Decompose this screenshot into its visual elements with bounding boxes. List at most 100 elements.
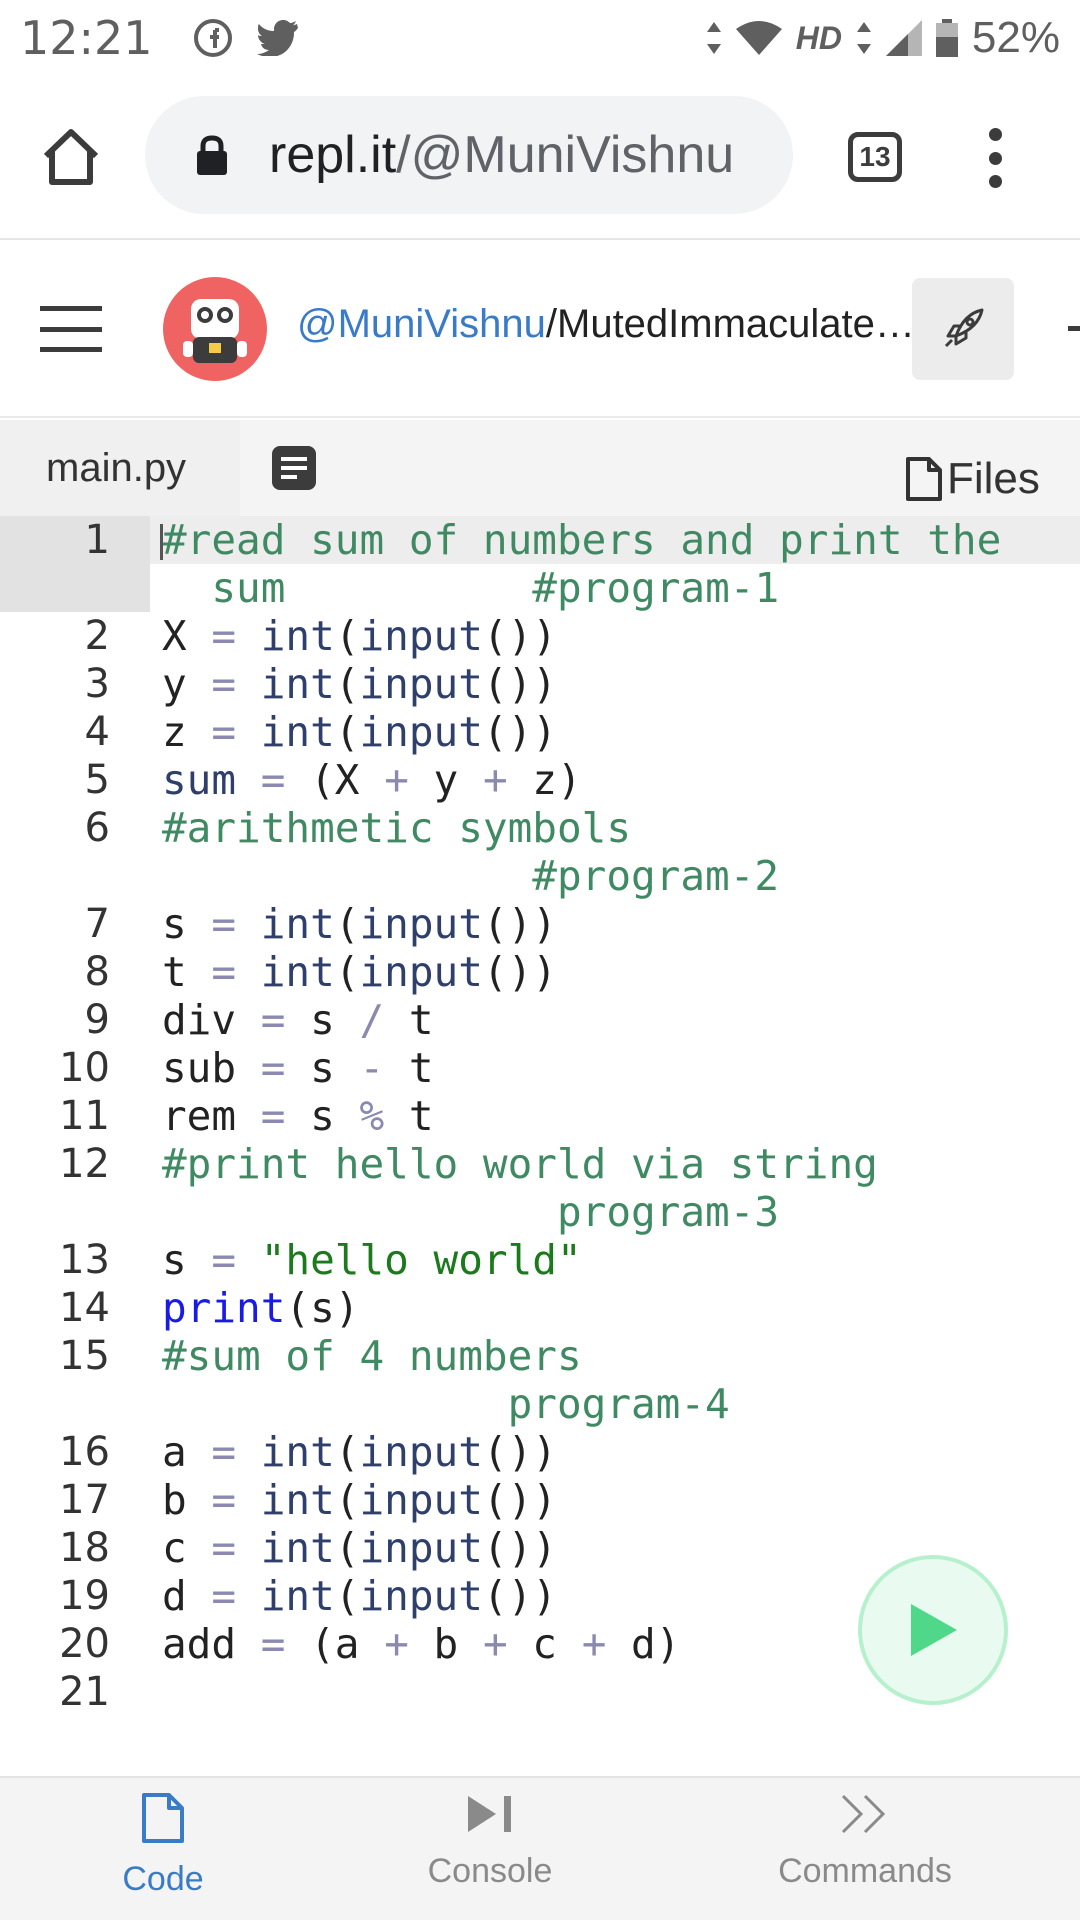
chevrons-right-icon	[841, 1794, 886, 1834]
line-text[interactable]: #arithmetic symbols	[162, 804, 631, 852]
file-icon	[906, 457, 942, 501]
line-text[interactable]: #print hello world via string	[162, 1140, 878, 1188]
line-number: 6	[84, 805, 110, 851]
hd-indicator: HD	[795, 19, 842, 56]
code-line[interactable]: 5 sum = (X + y + z)	[0, 756, 1080, 804]
code-file-icon	[142, 1793, 184, 1843]
code-line[interactable]: 14 print(s)	[0, 1284, 1080, 1332]
run-button[interactable]	[858, 1555, 1008, 1705]
line-text[interactable]: #read sum of numbers and print the	[162, 516, 1001, 564]
wifi-icon	[735, 21, 782, 55]
console-tab-icon[interactable]	[272, 446, 316, 490]
line-text[interactable]: program-3	[162, 1188, 779, 1236]
line-text[interactable]: a = int(input())	[162, 1428, 557, 1476]
line-text[interactable]: sub = s - t	[162, 1044, 434, 1092]
line-text[interactable]: add = (a + b + c + d)	[162, 1620, 680, 1668]
lock-icon	[197, 135, 227, 175]
home-icon[interactable]	[40, 126, 102, 188]
line-text[interactable]: program-4	[162, 1380, 730, 1428]
line-number: 5	[84, 757, 110, 803]
robot-avatar-icon	[183, 299, 247, 363]
code-line[interactable]: 4 z = int(input())	[0, 708, 1080, 756]
code-line[interactable]: #program-2	[0, 852, 1080, 900]
line-text[interactable]: d = int(input())	[162, 1572, 557, 1620]
code-line[interactable]: 6 #arithmetic symbols	[0, 804, 1080, 852]
line-text[interactable]: z = int(input())	[162, 708, 557, 756]
hamburger-menu-icon[interactable]	[40, 306, 102, 352]
files-label: Files	[947, 454, 1040, 503]
overflow-edge	[1068, 326, 1080, 331]
code-line[interactable]: sum #program-1	[0, 564, 1080, 612]
signal-arrows-icon	[856, 22, 871, 54]
battery-icon	[935, 19, 958, 57]
status-bar: 12:21 HD 52%	[0, 0, 1080, 76]
url-bar[interactable]: repl.it/@MuniVishnu	[145, 96, 793, 214]
nav-console[interactable]: Console	[410, 1792, 570, 1891]
code-lines[interactable]: 1 #read sum of numbers and print the sum …	[0, 516, 1080, 1716]
url-host: repl.it	[269, 126, 397, 184]
line-number: 10	[59, 1045, 110, 1091]
line-text[interactable]: #sum of 4 numbers	[162, 1332, 582, 1380]
line-text[interactable]: X = int(input())	[162, 612, 557, 660]
code-line[interactable]: 8 t = int(input())	[0, 948, 1080, 996]
line-text[interactable]: t = int(input())	[162, 948, 557, 996]
line-number: 21	[59, 1669, 110, 1715]
repl-name: /MutedImmaculate…	[545, 302, 915, 346]
code-line[interactable]: 13 s = "hello world"	[0, 1236, 1080, 1284]
line-number: 9	[84, 997, 110, 1043]
line-text[interactable]: div = s / t	[162, 996, 434, 1044]
line-number: 17	[59, 1477, 110, 1523]
code-line[interactable]: program-4	[0, 1380, 1080, 1428]
code-line[interactable]: 15 #sum of 4 numbers	[0, 1332, 1080, 1380]
line-text[interactable]: s = "hello world"	[162, 1236, 582, 1284]
line-number: 1	[84, 517, 110, 563]
repl-title[interactable]: @MuniVishnu/MutedImmaculate…	[297, 302, 947, 347]
line-text[interactable]: sum = (X + y + z)	[162, 756, 582, 804]
line-number: 15	[59, 1333, 110, 1379]
repl-owner[interactable]: @MuniVishnu	[297, 302, 546, 346]
line-number: 3	[84, 661, 110, 707]
line-text[interactable]: rem = s % t	[162, 1092, 434, 1140]
nav-commands[interactable]: Commands	[770, 1792, 960, 1891]
editor-tab-bar: main.py Files	[0, 420, 1080, 516]
repl-header: @MuniVishnu/MutedImmaculate…	[0, 242, 1080, 418]
code-line[interactable]: 2 X = int(input())	[0, 612, 1080, 660]
line-text[interactable]: sum #program-1	[162, 564, 779, 612]
nav-code[interactable]: Code	[100, 1792, 226, 1899]
console-icon	[468, 1796, 511, 1832]
code-line[interactable]: 11 rem = s % t	[0, 1092, 1080, 1140]
line-number: 13	[59, 1237, 110, 1283]
browser-menu-icon[interactable]	[980, 128, 1010, 188]
line-number: 19	[59, 1573, 110, 1619]
nav-commands-label: Commands	[778, 1852, 952, 1890]
files-button[interactable]: Files	[905, 454, 1040, 504]
line-text[interactable]: c = int(input())	[162, 1524, 557, 1572]
deploy-button[interactable]	[912, 278, 1014, 380]
avatar[interactable]	[163, 277, 267, 381]
line-text[interactable]: #program-2	[162, 852, 779, 900]
nav-console-label: Console	[427, 1852, 553, 1890]
page: 12:21 HD 52% repl.it/@MuniVishnu 13 @Mun…	[0, 0, 1080, 1920]
nav-code-label: Code	[122, 1860, 204, 1898]
line-text[interactable]: y = int(input())	[162, 660, 557, 708]
tab-switcher-button[interactable]: 13	[848, 132, 902, 182]
code-line[interactable]: program-3	[0, 1188, 1080, 1236]
line-number: 14	[59, 1285, 110, 1331]
rocket-icon	[944, 308, 984, 348]
code-line[interactable]: 7 s = int(input())	[0, 900, 1080, 948]
line-text[interactable]: print(s)	[162, 1284, 359, 1332]
code-line[interactable]: 16 a = int(input())	[0, 1428, 1080, 1476]
code-line[interactable]: 9 div = s / t	[0, 996, 1080, 1044]
line-number: 20	[59, 1621, 110, 1667]
code-line[interactable]: 10 sub = s - t	[0, 1044, 1080, 1092]
line-text[interactable]: s = int(input())	[162, 900, 557, 948]
line-text[interactable]: b = int(input())	[162, 1476, 557, 1524]
line-number: 7	[84, 901, 110, 947]
code-line[interactable]: 3 y = int(input())	[0, 660, 1080, 708]
battery-percent: 52%	[971, 13, 1060, 62]
text-cursor	[160, 524, 163, 560]
tab-main-py[interactable]: main.py	[0, 420, 240, 516]
line-number: 16	[59, 1429, 110, 1475]
code-line[interactable]: 12 #print hello world via string	[0, 1140, 1080, 1188]
code-line[interactable]: 17 b = int(input())	[0, 1476, 1080, 1524]
